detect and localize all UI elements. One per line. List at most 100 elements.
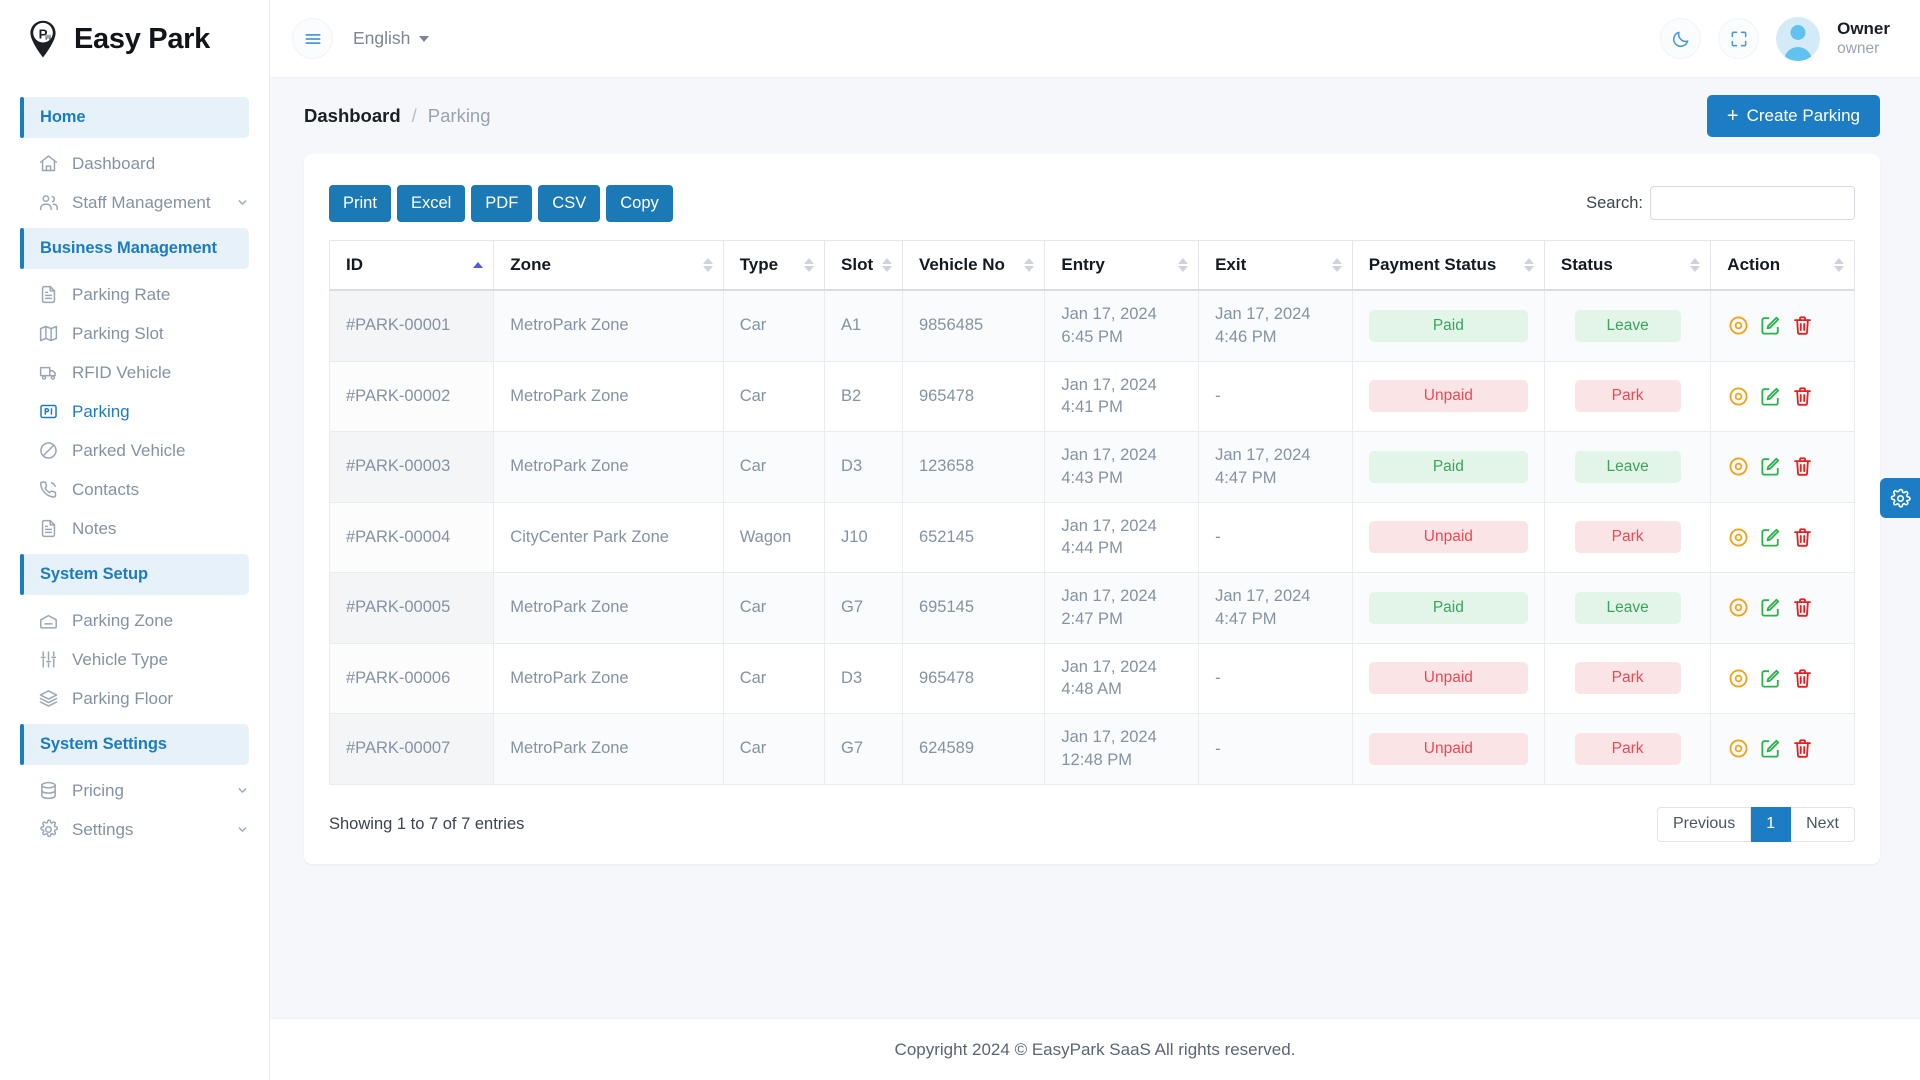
edit-icon[interactable]: [1759, 314, 1782, 337]
table-row: #PARK-00005 MetroPark Zone Car G7 695145 Jan…: [328, 572, 1855, 644]
column-header-status[interactable]: Status: [1543, 240, 1712, 291]
eye-icon[interactable]: [1727, 526, 1750, 549]
brand[interactable]: P Easy Park: [0, 0, 269, 78]
breadcrumb-parking[interactable]: Parking: [428, 105, 491, 127]
sidebar-item-parking-slot[interactable]: Parking Slot: [0, 314, 269, 353]
sidebar-item-dashboard[interactable]: Dashboard: [0, 144, 269, 183]
eye-icon[interactable]: [1727, 385, 1750, 408]
sidebar-item-label: Dashboard: [72, 153, 156, 173]
sidebar-item-parked-vehicle[interactable]: Parked Vehicle: [0, 431, 269, 470]
edit-icon[interactable]: [1759, 737, 1782, 760]
payment-status-badge: Unpaid: [1368, 521, 1528, 554]
entry-time: 12:48 PM: [1061, 750, 1132, 769]
trash-icon[interactable]: [1791, 314, 1814, 337]
parking-table-card: Print Excel PDF CSV Copy Search: ID Zone Type S…: [304, 154, 1880, 864]
moon-icon: [1672, 31, 1689, 47]
column-header-vehicle-no[interactable]: Vehicle No: [901, 240, 1046, 291]
avatar[interactable]: [1776, 16, 1821, 61]
cell-entry: Jan 17, 2024 6:45 PM: [1044, 289, 1200, 362]
column-header-id[interactable]: ID: [328, 240, 495, 291]
avatar-head: [1790, 24, 1806, 40]
eye-icon[interactable]: [1727, 596, 1750, 619]
sort-indicator-icon: [1690, 258, 1701, 272]
gear-icon: [1890, 488, 1911, 508]
pagination-previous[interactable]: Previous: [1656, 806, 1752, 842]
theme-settings-button[interactable]: [1880, 478, 1920, 518]
expand-icon: [1731, 31, 1747, 46]
search-input[interactable]: [1650, 186, 1855, 220]
sidebar-item-vehicle-type[interactable]: Vehicle Type: [0, 640, 269, 679]
create-parking-button[interactable]: + Create Parking: [1706, 95, 1880, 137]
export-button-pdf[interactable]: PDF: [471, 184, 533, 222]
trash-icon[interactable]: [1791, 385, 1814, 408]
breadcrumb-dashboard[interactable]: Dashboard: [304, 105, 401, 127]
user-menu[interactable]: Owner owner: [1837, 18, 1890, 59]
entry-time: 4:48 AM: [1061, 680, 1122, 699]
hamburger-menu-button[interactable]: [292, 18, 333, 59]
sidebar-item-contacts[interactable]: Contacts: [0, 470, 269, 509]
column-header-type[interactable]: Type: [722, 240, 826, 291]
eye-icon[interactable]: [1727, 667, 1750, 690]
pagination-page-1[interactable]: 1: [1751, 806, 1792, 842]
sidebar-item-parking[interactable]: Parking: [0, 392, 269, 431]
edit-icon[interactable]: [1759, 526, 1782, 549]
sidebar-item-parking-rate[interactable]: Parking Rate: [0, 275, 269, 314]
pagination-next[interactable]: Next: [1791, 806, 1855, 842]
sort-indicator-icon: [1178, 258, 1189, 272]
sidebar-item-settings[interactable]: Settings: [0, 810, 269, 849]
sort-indicator-icon: [1834, 258, 1844, 272]
fullscreen-toggle[interactable]: [1718, 18, 1760, 59]
language-selector[interactable]: English: [353, 28, 430, 49]
trash-icon[interactable]: [1791, 667, 1814, 690]
sidebar-item-label: Contacts: [72, 479, 140, 499]
column-header-entry[interactable]: Entry: [1044, 240, 1200, 291]
sidebar-item-staff-management[interactable]: Staff Management: [0, 183, 269, 222]
entry-date: Jan 17, 2024: [1061, 587, 1157, 606]
cell-zone: MetroPark Zone: [493, 431, 724, 503]
sidebar-item-parking-zone[interactable]: Parking Zone: [0, 601, 269, 640]
export-button-csv[interactable]: CSV: [538, 184, 601, 222]
column-header-slot[interactable]: Slot: [824, 240, 903, 291]
edit-icon[interactable]: [1759, 667, 1782, 690]
cell-status: Leave: [1543, 431, 1712, 503]
dark-mode-toggle[interactable]: [1660, 18, 1702, 59]
sidebar-item-rfid-vehicle[interactable]: RFID Vehicle: [0, 353, 269, 392]
trash-icon[interactable]: [1791, 737, 1814, 760]
row-actions: [1727, 526, 1838, 549]
map-pin-parking-icon: P: [30, 20, 56, 58]
export-button-copy[interactable]: Copy: [606, 184, 673, 222]
search-box: Search:: [1586, 186, 1855, 220]
edit-icon[interactable]: [1759, 455, 1782, 478]
cell-slot: G7: [824, 713, 903, 785]
eye-icon[interactable]: [1727, 455, 1750, 478]
column-header-label: Action: [1727, 255, 1781, 274]
trash-icon[interactable]: [1791, 455, 1814, 478]
sidebar-item-parking-floor[interactable]: Parking Floor: [0, 679, 269, 718]
sidebar-item-notes[interactable]: Notes: [0, 509, 269, 548]
eye-icon[interactable]: [1727, 737, 1750, 760]
status-badge: Leave: [1574, 309, 1681, 342]
sidebar-item-pricing[interactable]: Pricing: [0, 771, 269, 810]
column-header-action[interactable]: Action: [1710, 240, 1855, 291]
column-header-payment-status[interactable]: Payment Status: [1351, 240, 1545, 291]
export-button-excel[interactable]: Excel: [396, 184, 466, 222]
trash-icon[interactable]: [1791, 526, 1814, 549]
home-icon: [39, 155, 58, 172]
column-header-zone[interactable]: Zone: [493, 240, 724, 291]
garage-icon: [40, 614, 57, 629]
column-header-exit[interactable]: Exit: [1198, 240, 1353, 291]
plus-icon: +: [1726, 105, 1739, 127]
cell-vehicle-no: 652145: [901, 501, 1046, 574]
cell-exit: -: [1198, 501, 1353, 574]
status-badge: Park: [1574, 662, 1681, 695]
entry-time: 6:45 PM: [1061, 327, 1123, 346]
edit-icon[interactable]: [1759, 385, 1782, 408]
table-row: #PARK-00004 CityCenter Park Zone Wagon J10 6…: [328, 501, 1855, 574]
edit-icon[interactable]: [1759, 596, 1782, 619]
eye-icon[interactable]: [1727, 314, 1750, 337]
export-button-print[interactable]: Print: [329, 184, 391, 222]
payment-status-badge: Unpaid: [1368, 380, 1528, 413]
trash-icon[interactable]: [1791, 596, 1814, 619]
sidebar-item-label: RFID Vehicle: [72, 362, 172, 382]
export-buttons: Print Excel PDF CSV Copy: [329, 184, 673, 222]
